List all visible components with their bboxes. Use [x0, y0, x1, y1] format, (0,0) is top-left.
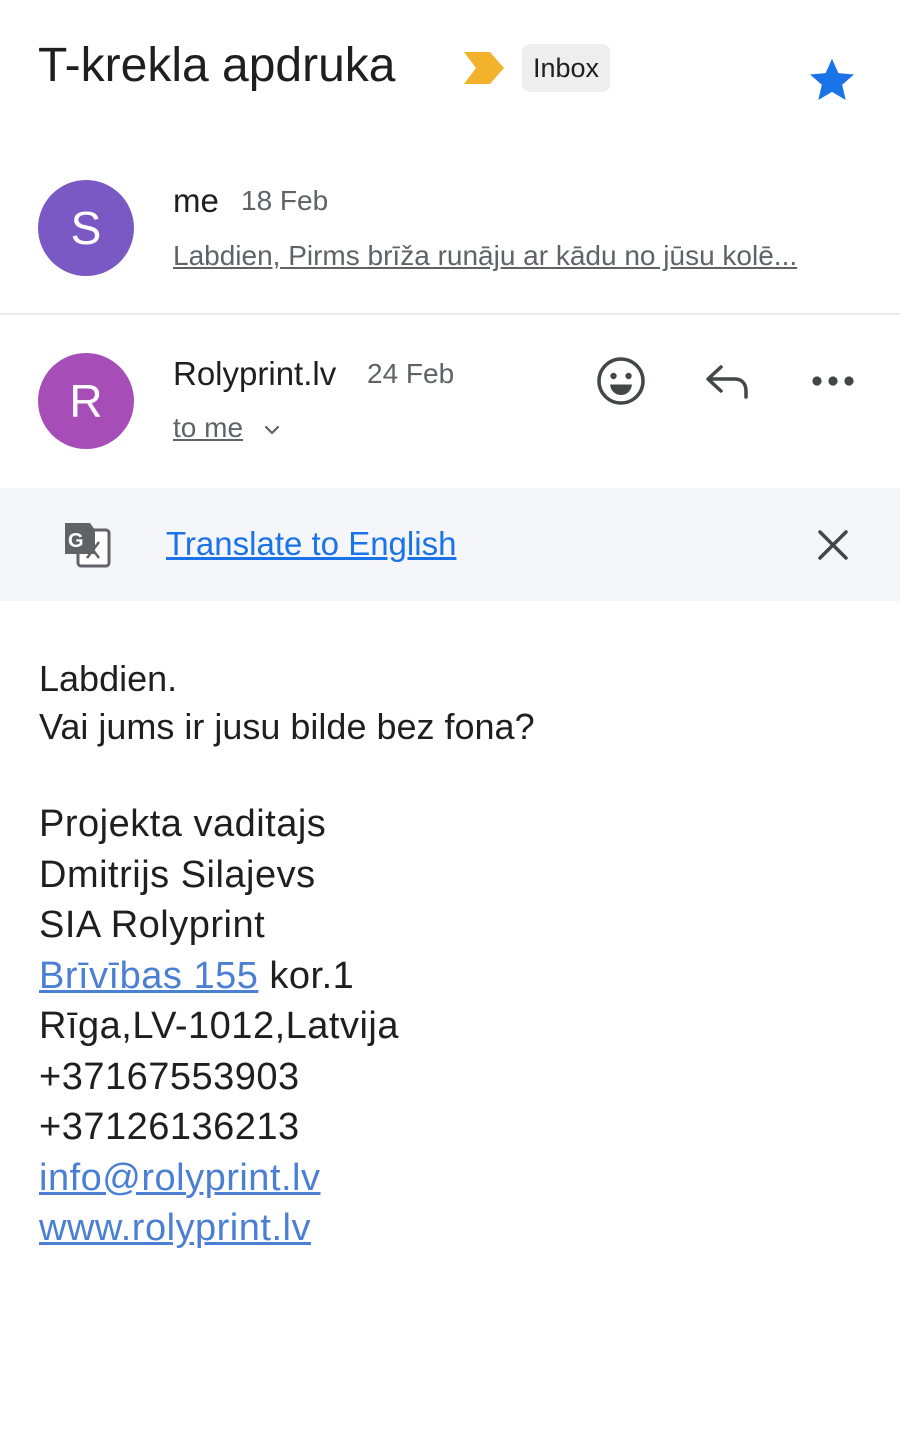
avatar: S [38, 180, 134, 276]
star-icon[interactable] [806, 54, 858, 106]
address-link[interactable]: Brīvības 155 [39, 955, 258, 997]
body-question: Vai jums ir jusu bilde bez fona? [39, 706, 535, 747]
reply-icon [706, 365, 748, 399]
message-date: 18 Feb [241, 185, 329, 216]
signature-city: Rīga,LV-1012,Latvija [39, 1005, 399, 1047]
avatar: R [38, 353, 134, 449]
reply-button[interactable] [697, 351, 757, 411]
react-emoji-button[interactable] [591, 351, 651, 411]
inbox-label-chip[interactable]: Inbox [522, 44, 611, 92]
message-date: 24 Feb [367, 358, 455, 389]
divider [0, 313, 900, 315]
avatar-letter: R [69, 375, 103, 427]
email-body: Labdien. Vai jums ir jusu bilde bez fona… [39, 655, 859, 751]
message-snippet[interactable]: Labdien, Pirms brīža runāju ar kādu no j… [173, 236, 849, 276]
translate-bar: G Translate to English [0, 488, 900, 601]
sender-name[interactable]: Rolyprint.lv [173, 354, 336, 394]
email-link[interactable]: info@rolyprint.lv [39, 1157, 321, 1199]
svg-text:G: G [68, 530, 84, 552]
close-icon[interactable] [810, 522, 856, 568]
signature-phone[interactable]: +37126136213 [39, 1102, 859, 1153]
email-subject: T-krekla apdruka [38, 39, 396, 92]
recipients-toggle[interactable]: to me [173, 408, 243, 448]
signature-name: Dmitrijs Silajevs [39, 853, 316, 896]
signature-address: Brīvības 155 kor.1 [39, 951, 859, 1002]
translate-link[interactable]: Translate to English [166, 524, 456, 564]
more-horizontal-icon [812, 376, 854, 386]
signature-phone[interactable]: +37167553903 [39, 1052, 859, 1103]
translate-icon: G [65, 523, 111, 568]
address-suffix: kor.1 [269, 954, 355, 997]
body-greeting: Labdien. [39, 658, 178, 699]
signature-company: SIA Rolyprint [39, 904, 266, 946]
website-link[interactable]: www.rolyprint.lv [39, 1207, 311, 1249]
signature-role: Projekta vaditajs [39, 803, 327, 845]
subject-row: T-krekla apdruka Inbox [0, 0, 900, 140]
more-options-button[interactable] [803, 351, 863, 411]
sender-name: me [173, 182, 219, 219]
email-signature: Projekta vaditajs Dmitrijs Silajevs SIA … [39, 799, 859, 1254]
chevron-down-icon[interactable] [262, 420, 282, 440]
emoji-icon [597, 357, 645, 405]
importance-marker-icon[interactable] [462, 50, 506, 86]
avatar-letter: S [70, 202, 102, 254]
